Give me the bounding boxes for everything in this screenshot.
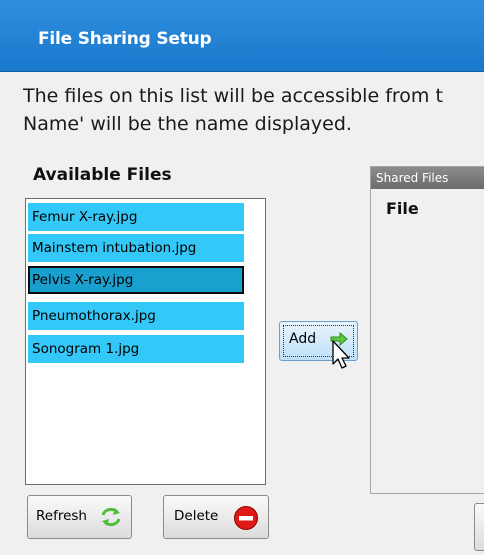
description-line-2: Name' will be the name displayed.: [23, 113, 352, 135]
list-item-label: Mainstem intubation.jpg: [32, 240, 197, 256]
title-bar: File Sharing Setup: [0, 0, 484, 72]
green-refresh-icon: [101, 507, 121, 527]
red-minus-circle-icon: [234, 506, 258, 530]
list-item-pneumothorax[interactable]: Pneumothorax.jpg: [28, 302, 244, 330]
description-text: The files on this list will be accessibl…: [23, 82, 484, 138]
file-sharing-dialog: File Sharing Setup The files on this lis…: [0, 0, 484, 555]
file-column-header[interactable]: File: [386, 199, 419, 218]
list-item-label: Pelvis X-ray.jpg: [32, 272, 134, 288]
shared-files-header: Shared Files: [371, 167, 484, 189]
dialog-title: File Sharing Setup: [38, 29, 212, 49]
available-files-list[interactable]: Femur X-ray.jpg Mainstem intubation.jpg …: [25, 198, 266, 485]
available-files-label: Available Files: [33, 165, 172, 185]
list-item-label: Femur X-ray.jpg: [32, 209, 138, 225]
delete-button-label: Delete: [174, 508, 219, 524]
list-item-pelvis[interactable]: Pelvis X-ray.jpg: [28, 266, 244, 294]
list-item-label: Pneumothorax.jpg: [32, 308, 156, 324]
add-button-label: Add: [289, 331, 317, 347]
list-item-sonogram[interactable]: Sonogram 1.jpg: [28, 335, 244, 363]
refresh-button[interactable]: Refresh: [27, 495, 132, 539]
delete-button[interactable]: Delete: [163, 495, 269, 539]
mouse-cursor-icon: [332, 340, 350, 369]
list-item-label: Sonogram 1.jpg: [32, 341, 140, 357]
description-line-1: The files on this list will be accessibl…: [23, 85, 443, 107]
partial-button[interactable]: [474, 503, 484, 551]
list-item-femur[interactable]: Femur X-ray.jpg: [28, 203, 244, 231]
list-item-mainstem[interactable]: Mainstem intubation.jpg: [28, 234, 244, 262]
shared-files-panel[interactable]: Shared Files File: [370, 166, 484, 494]
refresh-button-label: Refresh: [36, 508, 87, 524]
